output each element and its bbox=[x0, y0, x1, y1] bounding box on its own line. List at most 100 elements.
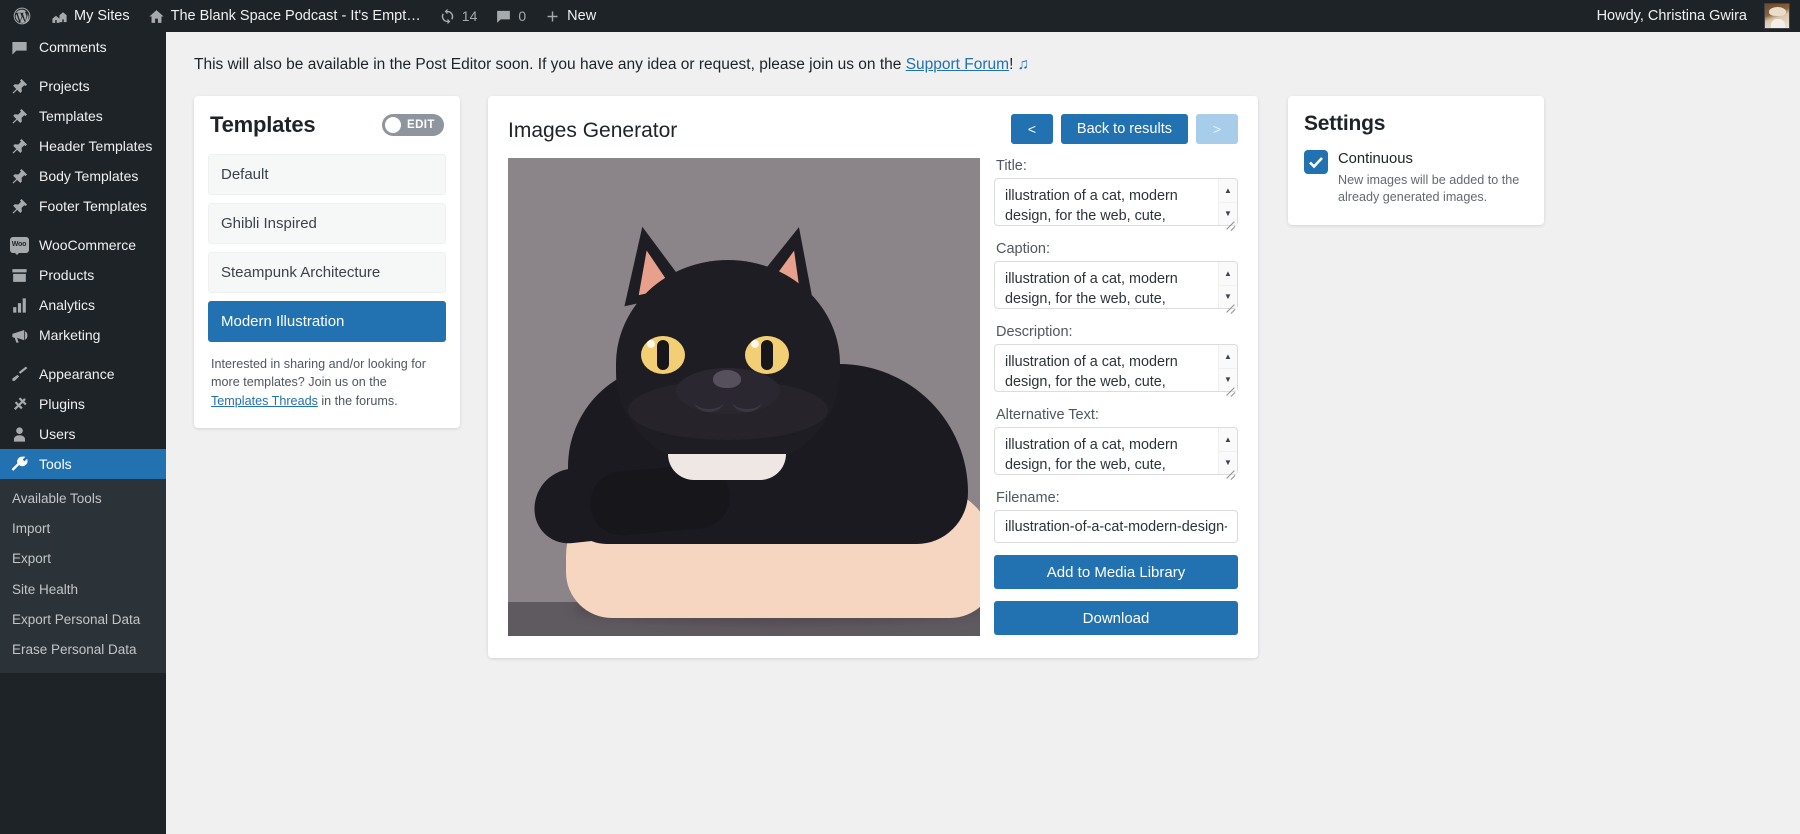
sidebar-menu: Comments Projects Templates Header Templ… bbox=[0, 32, 174, 674]
woo-icon: Woo bbox=[9, 235, 29, 255]
images-generator-panel: Images Generator < Back to results > Tit… bbox=[488, 96, 1258, 658]
stepper-up-icon[interactable]: ▲ bbox=[1219, 428, 1237, 452]
comments-button[interactable]: 0 bbox=[486, 0, 535, 32]
sidebar-item-projects[interactable]: Projects bbox=[0, 71, 166, 101]
tools-submenu: Available Tools Import Export Site Healt… bbox=[0, 479, 166, 674]
sidebar-item-label: Plugins bbox=[39, 396, 85, 412]
new-content-button[interactable]: New bbox=[535, 0, 605, 32]
wordpress-logo-button[interactable] bbox=[0, 0, 42, 32]
continuous-setting-row: Continuous New images will be added to t… bbox=[1304, 150, 1528, 207]
stepper-up-icon[interactable]: ▲ bbox=[1219, 345, 1237, 369]
sidebar-item-label: Users bbox=[39, 426, 76, 442]
submenu-item-erase-personal-data[interactable]: Erase Personal Data bbox=[0, 635, 166, 665]
sidebar-item-products[interactable]: Products bbox=[0, 260, 166, 290]
submenu-item-export[interactable]: Export bbox=[0, 544, 166, 574]
resize-grip[interactable] bbox=[1224, 300, 1236, 312]
submenu-item-site-health[interactable]: Site Health bbox=[0, 575, 166, 605]
edit-toggle[interactable]: EDIT bbox=[382, 114, 444, 136]
template-option-steampunk-architecture[interactable]: Steampunk Architecture bbox=[208, 252, 446, 293]
products-icon bbox=[9, 265, 29, 285]
submenu-item-available-tools[interactable]: Available Tools bbox=[0, 484, 166, 514]
sidebar-item-label: Analytics bbox=[39, 297, 96, 313]
wordpress-icon bbox=[13, 7, 31, 25]
settings-title: Settings bbox=[1304, 112, 1386, 135]
caption-input[interactable] bbox=[994, 261, 1238, 309]
add-to-media-library-button[interactable]: Add to Media Library bbox=[994, 555, 1238, 589]
title-input[interactable] bbox=[994, 178, 1238, 226]
filename-input[interactable] bbox=[994, 510, 1238, 543]
sidebar-item-header-templates[interactable]: Header Templates bbox=[0, 131, 166, 161]
site-name-menu[interactable]: The Blank Space Podcast - It's Empt… bbox=[139, 0, 430, 32]
sidebar-item-comments[interactable]: Comments bbox=[0, 32, 166, 62]
continuous-checkbox[interactable] bbox=[1304, 150, 1328, 174]
sidebar-item-label: Footer Templates bbox=[39, 198, 147, 214]
templates-header: Templates EDIT bbox=[208, 112, 446, 138]
sidebar-item-analytics[interactable]: Analytics bbox=[0, 290, 166, 320]
chart-icon bbox=[9, 295, 29, 315]
toggle-knob bbox=[385, 117, 401, 133]
cat-collar bbox=[668, 454, 786, 480]
alternative-text-input[interactable] bbox=[994, 427, 1238, 475]
info-notice: This will also be available in the Post … bbox=[166, 32, 1800, 74]
notice-text-before: This will also be available in the Post … bbox=[194, 56, 906, 73]
prev-image-button[interactable]: < bbox=[1010, 114, 1053, 144]
templates-list: Default Ghibli Inspired Steampunk Archit… bbox=[208, 154, 446, 342]
edit-toggle-label: EDIT bbox=[407, 119, 435, 131]
templates-threads-link[interactable]: Templates Threads bbox=[211, 394, 318, 408]
updates-button[interactable]: 14 bbox=[430, 0, 487, 32]
resize-grip[interactable] bbox=[1224, 466, 1236, 478]
generated-image-preview[interactable] bbox=[508, 158, 980, 636]
howdy-menu[interactable]: Howdy, Christina Gwira bbox=[1588, 0, 1756, 32]
download-button[interactable]: Download bbox=[994, 601, 1238, 635]
generator-body: Title: ▲ ▼ Caption: ▲ bbox=[508, 158, 1238, 636]
sidebar-item-label: Products bbox=[39, 267, 95, 283]
submenu-item-import[interactable]: Import bbox=[0, 514, 166, 544]
avatar bbox=[1764, 3, 1790, 29]
cat-pupil-right bbox=[761, 340, 773, 370]
main-content: This will also be available in the Post … bbox=[166, 32, 1800, 834]
description-label: Description: bbox=[996, 324, 1073, 340]
comments-count: 0 bbox=[518, 8, 527, 24]
template-option-modern-illustration[interactable]: Modern Illustration bbox=[208, 301, 446, 342]
templates-title: Templates bbox=[210, 112, 316, 137]
menu-separator bbox=[0, 350, 166, 359]
sidebar-item-label: WooCommerce bbox=[39, 237, 136, 253]
support-forum-link[interactable]: Support Forum bbox=[906, 56, 1009, 73]
sidebar-item-appearance[interactable]: Appearance bbox=[0, 359, 166, 389]
notice-text-after: ! bbox=[1009, 56, 1014, 73]
sidebar-item-plugins[interactable]: Plugins bbox=[0, 389, 166, 419]
comment-bubble-icon bbox=[497, 10, 511, 23]
title-field-wrap: ▲ ▼ bbox=[994, 178, 1238, 231]
panels-row: Templates EDIT Default Ghibli Inspired S… bbox=[166, 74, 1800, 658]
settings-panel: Settings Continuous New images will be a… bbox=[1288, 96, 1544, 225]
back-to-results-button[interactable]: Back to results bbox=[1060, 114, 1188, 144]
account-area[interactable]: Howdy, Christina Gwira bbox=[1588, 0, 1800, 32]
submenu-item-export-personal-data[interactable]: Export Personal Data bbox=[0, 605, 166, 635]
sidebar-item-label: Templates bbox=[39, 108, 103, 124]
checkmark-icon bbox=[1309, 157, 1323, 169]
resize-grip[interactable] bbox=[1224, 383, 1236, 395]
sidebar-item-tools[interactable]: Tools bbox=[0, 449, 174, 479]
stepper-up-icon[interactable]: ▲ bbox=[1219, 179, 1237, 203]
sidebar-item-marketing[interactable]: Marketing bbox=[0, 320, 166, 350]
sidebar-item-users[interactable]: Users bbox=[0, 419, 166, 449]
pin-icon bbox=[9, 106, 29, 126]
sidebar-item-footer-templates[interactable]: Footer Templates bbox=[0, 191, 166, 221]
next-image-button[interactable]: > bbox=[1196, 114, 1238, 144]
sidebar-item-body-templates[interactable]: Body Templates bbox=[0, 161, 166, 191]
my-sites-menu[interactable]: My Sites bbox=[42, 0, 139, 32]
cat-nose bbox=[713, 370, 741, 388]
cat-eye-glint-left bbox=[647, 340, 655, 348]
home-icon bbox=[149, 9, 164, 23]
stepper-up-icon[interactable]: ▲ bbox=[1219, 262, 1237, 286]
sidebar-item-woocommerce[interactable]: Woo WooCommerce bbox=[0, 230, 166, 260]
sidebar-item-templates[interactable]: Templates bbox=[0, 101, 166, 131]
resize-grip[interactable] bbox=[1224, 217, 1236, 229]
template-option-ghibli-inspired[interactable]: Ghibli Inspired bbox=[208, 203, 446, 244]
description-input[interactable] bbox=[994, 344, 1238, 392]
generator-nav: < Back to results > bbox=[1010, 114, 1238, 144]
sidebar-item-label: Tools bbox=[39, 456, 72, 472]
alternative-text-label: Alternative Text: bbox=[996, 407, 1099, 423]
pin-icon bbox=[9, 166, 29, 186]
template-option-default[interactable]: Default bbox=[208, 154, 446, 195]
